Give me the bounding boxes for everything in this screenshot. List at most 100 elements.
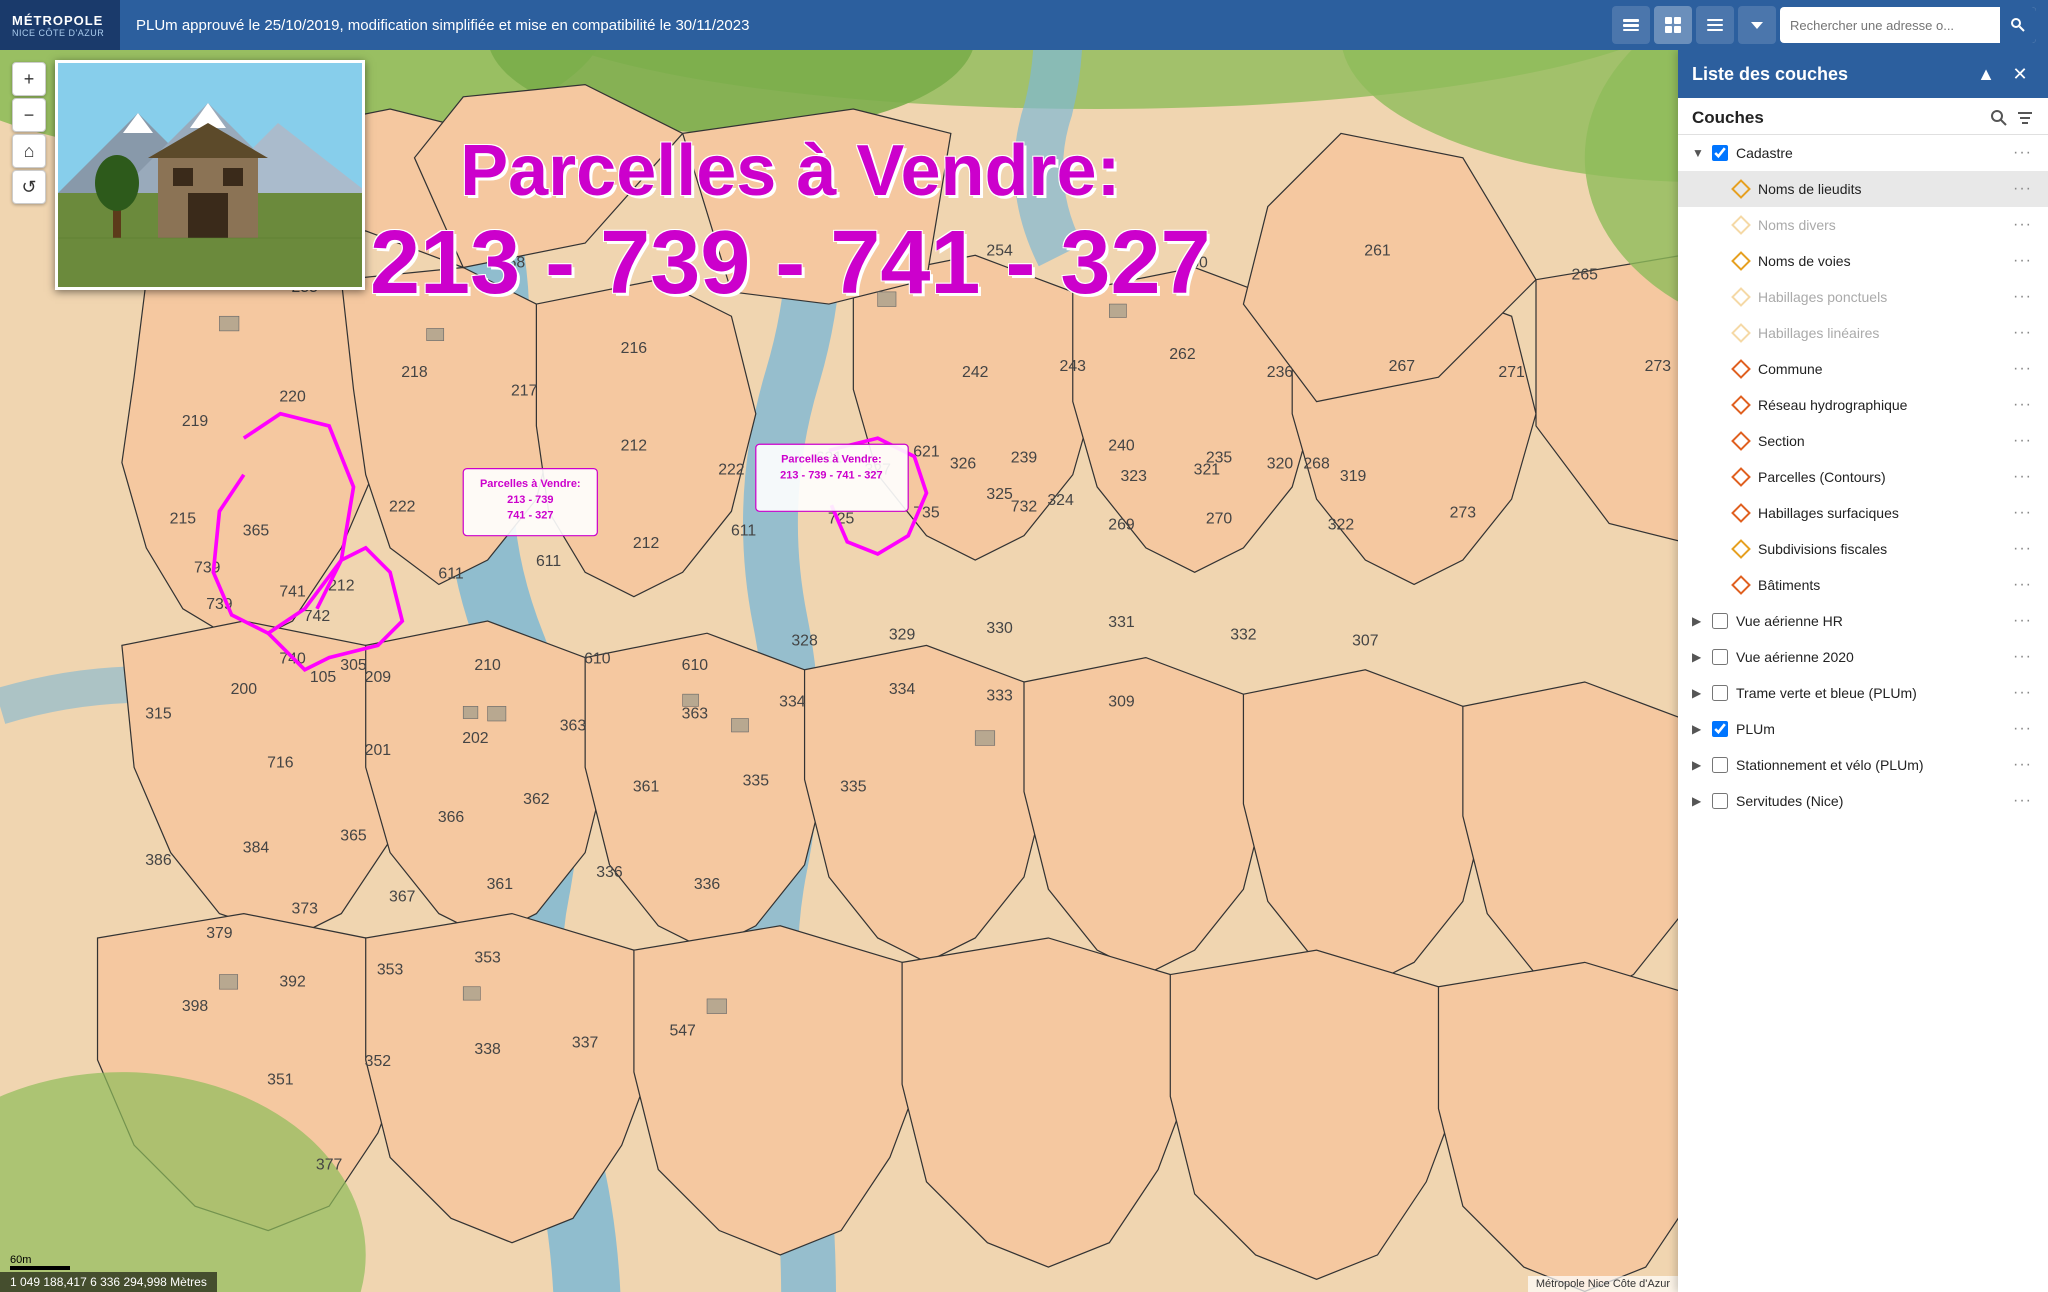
svg-text:209: 209 (365, 669, 392, 686)
app-header: MÉTROPOLE NICE CÔTE D'AZUR PLUm approuvé… (0, 0, 2048, 50)
layer-more-noms-voies[interactable]: ··· (2011, 252, 2034, 270)
scale-bar: 60m (10, 1254, 70, 1270)
diamond-icon-habillages-lineaires (1732, 324, 1750, 342)
layer-more-subdivisions-fiscales[interactable]: ··· (2011, 540, 2034, 558)
layer-item-reseau-hydrographique[interactable]: Réseau hydrographique ··· (1678, 387, 2048, 423)
svg-text:270: 270 (1206, 510, 1233, 527)
layer-item-cadastre[interactable]: ▼Cadastre··· (1678, 135, 2048, 171)
checkbox-plum[interactable] (1712, 721, 1728, 737)
layer-more-cadastre[interactable]: ··· (2011, 144, 2034, 162)
svg-text:621: 621 (913, 443, 940, 460)
layer-item-habillages-ponctuels[interactable]: Habillages ponctuels··· (1678, 279, 2048, 315)
expand-arrow-servitudes-nice: ▶ (1692, 794, 1704, 808)
checkbox-cadastre[interactable] (1712, 145, 1728, 161)
svg-text:333: 333 (986, 687, 1013, 704)
layer-item-subdivisions-fiscales[interactable]: Subdivisions fiscales··· (1678, 531, 2048, 567)
checkbox-vue-aerienne-2020[interactable] (1712, 649, 1728, 665)
layer-name-habillages-surfaciques: Habillages surfaciques (1758, 505, 2003, 521)
layer-name-reseau-hydrographique: Réseau hydrographique (1758, 397, 2003, 413)
checkbox-servitudes-nice[interactable] (1712, 793, 1728, 809)
layer-more-vue-aerienne-2020[interactable]: ··· (2011, 648, 2034, 666)
zoom-in-button[interactable]: + (12, 62, 46, 96)
couches-search-button[interactable] (1990, 109, 2008, 127)
svg-text:338: 338 (474, 1041, 501, 1058)
layer-item-plum[interactable]: ▶PLUm··· (1678, 711, 2048, 747)
layer-item-habillages-lineaires[interactable]: Habillages linéaires··· (1678, 315, 2048, 351)
svg-text:309: 309 (1108, 693, 1135, 710)
svg-text:392: 392 (279, 974, 305, 991)
layer-more-habillages-lineaires[interactable]: ··· (2011, 324, 2034, 342)
svg-text:222: 222 (389, 498, 415, 515)
grid-button[interactable] (1654, 6, 1692, 44)
layer-item-noms-lieudits[interactable]: Noms de lieudits··· (1678, 171, 2048, 207)
layer-more-batiments[interactable]: ··· (2011, 576, 2034, 594)
diamond-icon-habillages-ponctuels (1732, 288, 1750, 306)
svg-text:269: 269 (1108, 517, 1135, 534)
search-input[interactable] (1780, 12, 2000, 39)
layer-item-section[interactable]: Section··· (1678, 423, 2048, 459)
search-button[interactable] (2000, 7, 2036, 43)
layer-item-habillages-surfaciques[interactable]: Habillages surfaciques ··· (1678, 495, 2048, 531)
sidebar-collapse-button[interactable]: ▲ (1972, 60, 2000, 88)
layer-more-stationnement-velo[interactable]: ··· (2011, 756, 2034, 774)
layers-list[interactable]: ▼Cadastre···Noms de lieudits···Noms dive… (1678, 135, 2048, 1292)
search-bar (1780, 7, 2036, 43)
layers-button[interactable] (1612, 6, 1650, 44)
checkbox-stationnement-velo[interactable] (1712, 757, 1728, 773)
layer-more-servitudes-nice[interactable]: ··· (2011, 792, 2034, 810)
layer-item-batiments[interactable]: Bâtiments··· (1678, 567, 2048, 603)
layer-more-noms-divers[interactable]: ··· (2011, 216, 2034, 234)
svg-text:331: 331 (1108, 614, 1135, 631)
svg-text:273: 273 (1645, 358, 1672, 375)
layer-item-stationnement-velo[interactable]: ▶Stationnement et vélo (PLUm)··· (1678, 747, 2048, 783)
layer-more-reseau-hydrographique[interactable]: ··· (2011, 396, 2034, 414)
home-button[interactable]: ⌂ (12, 134, 46, 168)
svg-text:373: 373 (292, 901, 319, 918)
zoom-out-button[interactable]: − (12, 98, 46, 132)
diamond-icon-parcelles-contours (1732, 468, 1750, 486)
svg-text:213 - 739: 213 - 739 (507, 494, 553, 506)
svg-text:611: 611 (438, 565, 463, 582)
layer-item-parcelles-contours[interactable]: Parcelles (Contours)··· (1678, 459, 2048, 495)
layer-more-noms-lieudits[interactable]: ··· (2011, 180, 2034, 198)
svg-text:363: 363 (682, 706, 709, 723)
layer-more-section[interactable]: ··· (2011, 432, 2034, 450)
checkbox-trame-verte-bleue[interactable] (1712, 685, 1728, 701)
svg-text:267: 267 (1389, 358, 1415, 375)
svg-text:305: 305 (340, 657, 367, 674)
layer-more-vue-aerienne-hr[interactable]: ··· (2011, 612, 2034, 630)
svg-text:361: 361 (487, 876, 514, 893)
checkbox-vue-aerienne-hr[interactable] (1712, 613, 1728, 629)
layer-item-trame-verte-bleue[interactable]: ▶Trame verte et bleue (PLUm)··· (1678, 675, 2048, 711)
diamond-icon-subdivisions-fiscales (1732, 540, 1750, 558)
layer-item-vue-aerienne-hr[interactable]: ▶Vue aérienne HR··· (1678, 603, 2048, 639)
sidebar: Liste des couches ▲ ✕ Couches (1678, 50, 2048, 1292)
svg-text:335: 335 (743, 773, 770, 790)
dropdown-button[interactable] (1738, 6, 1776, 44)
layer-more-parcelles-contours[interactable]: ··· (2011, 468, 2034, 486)
layer-more-commune[interactable]: ··· (2011, 360, 2034, 378)
svg-text:716: 716 (267, 754, 294, 771)
layer-item-servitudes-nice[interactable]: ▶Servitudes (Nice)··· (1678, 783, 2048, 819)
rotate-button[interactable]: ↺ (12, 170, 46, 204)
diamond-icon-batiments (1732, 576, 1750, 594)
menu-button[interactable] (1696, 6, 1734, 44)
layer-item-vue-aerienne-2020[interactable]: ▶Vue aérienne 2020··· (1678, 639, 2048, 675)
layer-more-trame-verte-bleue[interactable]: ··· (2011, 684, 2034, 702)
couches-filter-button[interactable] (2016, 109, 2034, 127)
layer-name-vue-aerienne-hr: Vue aérienne HR (1736, 613, 2003, 629)
svg-text:213 - 739 - 741 - 327: 213 - 739 - 741 - 327 (780, 469, 882, 481)
svg-text:321: 321 (1194, 462, 1221, 479)
layer-item-commune[interactable]: Commune··· (1678, 351, 2048, 387)
svg-text:547: 547 (669, 1022, 695, 1039)
svg-text:218: 218 (401, 364, 428, 381)
layer-item-noms-voies[interactable]: Noms de voies··· (1678, 243, 2048, 279)
sidebar-close-button[interactable]: ✕ (2006, 60, 2034, 88)
layer-more-habillages-surfaciques[interactable]: ··· (2011, 504, 2034, 522)
couches-tools (1990, 109, 2034, 127)
layer-more-habillages-ponctuels[interactable]: ··· (2011, 288, 2034, 306)
layer-item-noms-divers[interactable]: Noms divers··· (1678, 207, 2048, 243)
svg-text:323: 323 (1121, 468, 1148, 485)
svg-text:353: 353 (474, 949, 501, 966)
layer-more-plum[interactable]: ··· (2011, 720, 2034, 738)
